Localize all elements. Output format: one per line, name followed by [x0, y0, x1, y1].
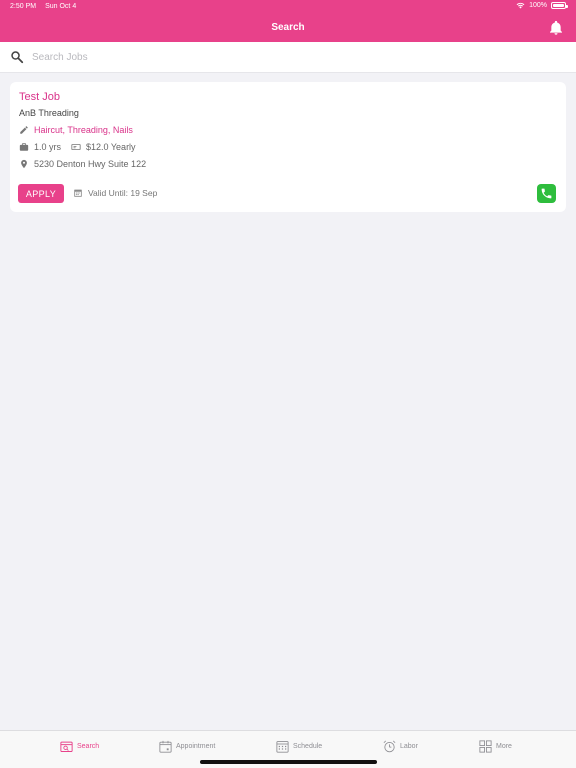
grid-icon [479, 740, 492, 753]
tab-more[interactable]: More [478, 739, 512, 754]
status-left: 2:50 PM Sun Oct 4 [10, 3, 76, 10]
tab-search-label: Search [77, 743, 100, 750]
calendar-icon [74, 189, 82, 197]
location-pin-icon [21, 159, 27, 169]
search-icon [11, 51, 24, 64]
status-bar: 2:50 PM Sun Oct 4 100% [0, 0, 576, 14]
experience-salary-row: 1.0 yrs $12.0 Yearly [19, 142, 136, 152]
alarm-clock-icon [383, 740, 396, 753]
search-tab-icon [60, 741, 73, 752]
money-icon [71, 144, 81, 150]
notifications-button[interactable] [548, 20, 564, 36]
company-name: AnB Threading [19, 108, 79, 118]
bell-icon [550, 20, 562, 35]
skills-row: Haircut, Threading, Nails [19, 125, 133, 135]
salary-group: $12.0 Yearly [71, 142, 136, 152]
tab-labor[interactable]: Labor [382, 739, 418, 754]
phone-icon [541, 188, 552, 199]
status-time: 2:50 PM [10, 3, 37, 10]
address-row: 5230 Denton Hwy Suite 122 [19, 159, 146, 169]
home-indicator[interactable] [200, 760, 377, 764]
valid-until-text: Valid Until: 19 Sep [88, 188, 158, 198]
tab-appointment-label: Appointment [176, 743, 216, 750]
tab-appointment[interactable]: Appointment [158, 739, 215, 754]
valid-until-row: Valid Until: 19 Sep [73, 188, 157, 198]
battery-icon [551, 2, 568, 9]
tab-schedule[interactable]: Schedule [275, 739, 322, 754]
search-bar [0, 42, 576, 73]
apply-button[interactable]: APPLY [18, 184, 64, 203]
pencil-icon [20, 126, 28, 134]
battery-percentage: 100% [529, 2, 547, 9]
search-input[interactable] [32, 45, 552, 69]
call-button[interactable] [537, 184, 556, 203]
job-card[interactable]: Test Job AnB Threading Haircut, Threadin… [10, 82, 566, 212]
status-date: Sun Oct 4 [45, 3, 77, 10]
battery-fill [553, 4, 564, 7]
salary-text: $12.0 Yearly [86, 142, 136, 152]
tab-more-label: More [496, 743, 512, 750]
tab-labor-label: Labor [400, 743, 418, 750]
experience-text: 1.0 yrs [34, 142, 62, 152]
page-title: Search [271, 22, 305, 33]
job-title[interactable]: Test Job [19, 91, 60, 103]
wifi-icon [516, 2, 525, 9]
schedule-tab-icon [276, 741, 289, 753]
briefcase-icon [19, 143, 29, 151]
app-screen: 2:50 PM Sun Oct 4 100% Search Search Job… [0, 0, 576, 768]
status-right: 100% [516, 2, 568, 9]
skills-text: Haircut, Threading, Nails [34, 125, 133, 135]
tab-search[interactable]: Search [59, 739, 99, 754]
header: 2:50 PM Sun Oct 4 100% Search [0, 0, 576, 42]
calendar-tab-icon [159, 740, 172, 753]
address-text: 5230 Denton Hwy Suite 122 [34, 159, 147, 169]
tab-schedule-label: Schedule [293, 743, 323, 750]
